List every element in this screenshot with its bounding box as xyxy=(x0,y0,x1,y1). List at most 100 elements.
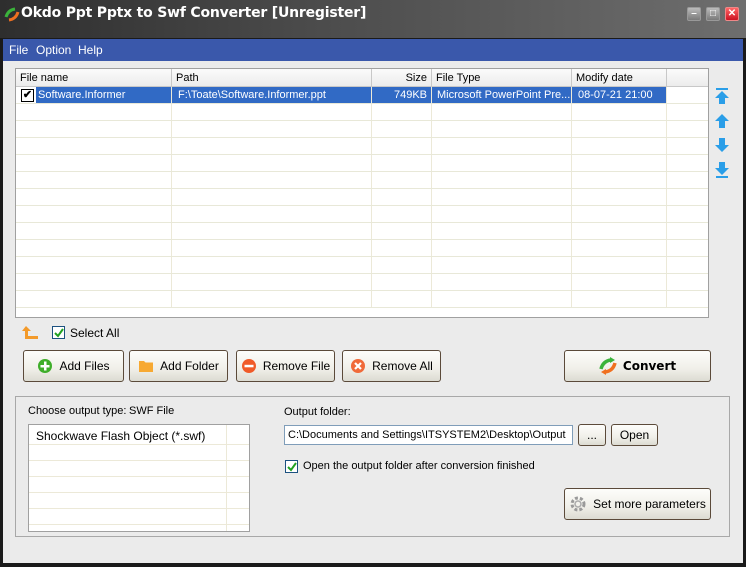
parent-folder-up-icon[interactable] xyxy=(21,325,39,341)
empty-cell xyxy=(372,138,432,154)
cell-file-type: Microsoft PowerPoint Pre... xyxy=(432,87,572,103)
empty-cell xyxy=(667,189,708,205)
empty-cell xyxy=(667,138,708,154)
empty-cell xyxy=(172,155,372,171)
output-folder-input[interactable]: C:\Documents and Settings\ITSYSTEM2\Desk… xyxy=(284,425,573,445)
empty-cell xyxy=(372,104,432,120)
move-top-icon[interactable] xyxy=(713,87,731,105)
minimize-button[interactable]: – xyxy=(687,7,701,21)
remove-all-button[interactable]: Remove All xyxy=(342,350,441,382)
select-all-checkbox[interactable] xyxy=(52,326,65,339)
column-modify-date[interactable]: Modify date xyxy=(572,69,667,87)
column-size[interactable]: Size xyxy=(372,69,432,87)
column-path[interactable]: Path xyxy=(172,69,372,87)
add-files-button[interactable]: Add Files xyxy=(23,350,124,382)
empty-cell xyxy=(667,121,708,137)
row-checkbox[interactable]: ✔ xyxy=(21,89,34,102)
remove-file-button[interactable]: Remove File xyxy=(236,350,335,382)
move-down-icon[interactable] xyxy=(713,136,731,154)
empty-cell xyxy=(432,240,572,256)
table-row-empty xyxy=(16,223,708,240)
cell-size: 749KB xyxy=(372,87,432,103)
title-bar[interactable]: Okdo Ppt Pptx to Swf Converter [Unregist… xyxy=(0,0,746,38)
add-folder-button[interactable]: Add Folder xyxy=(129,350,228,382)
table-row-empty xyxy=(16,121,708,138)
empty-cell xyxy=(172,104,372,120)
empty-cell xyxy=(172,172,372,188)
close-button[interactable]: ✕ xyxy=(725,7,739,21)
empty-cell xyxy=(432,155,572,171)
table-row[interactable]: ✔ Software.Informer F:\Toate\Software.In… xyxy=(16,87,708,104)
empty-cell xyxy=(16,240,172,256)
maximize-button[interactable]: □ xyxy=(706,7,720,21)
add-folder-label: Add Folder xyxy=(160,359,219,373)
move-up-icon[interactable] xyxy=(713,112,731,130)
output-type-label: Choose output type: xyxy=(28,405,127,417)
select-all-label: Select All xyxy=(70,326,120,340)
empty-cell xyxy=(172,291,372,307)
empty-cell xyxy=(572,274,667,290)
convert-label: Convert xyxy=(622,359,677,373)
empty-cell xyxy=(16,121,172,137)
folder-icon xyxy=(139,361,154,372)
empty-cell xyxy=(432,104,572,120)
app-window: Okdo Ppt Pptx to Swf Converter [Unregist… xyxy=(0,0,746,567)
table-row-empty xyxy=(16,104,708,121)
empty-cell xyxy=(572,104,667,120)
table-row-empty xyxy=(16,257,708,274)
empty-cell xyxy=(572,240,667,256)
empty-cell xyxy=(16,138,172,154)
add-icon xyxy=(38,359,53,373)
list-empty-row xyxy=(29,445,249,461)
empty-cell xyxy=(572,223,667,239)
empty-cell xyxy=(667,104,708,120)
table-row-empty xyxy=(16,274,708,291)
table-row-empty xyxy=(16,155,708,172)
cell-blank xyxy=(667,87,708,103)
empty-cell xyxy=(432,138,572,154)
empty-cell xyxy=(172,274,372,290)
client-area: File name Path Size File Type Modify dat… xyxy=(3,61,743,563)
empty-cell xyxy=(172,240,372,256)
empty-cell xyxy=(172,257,372,273)
output-type-list[interactable]: Shockwave Flash Object (*.swf) xyxy=(28,424,250,532)
checkmark-icon xyxy=(286,461,297,472)
empty-cell xyxy=(432,274,572,290)
convert-button[interactable]: Convert xyxy=(564,350,711,382)
menu-help[interactable]: Help xyxy=(78,43,103,57)
menu-bar: File Option Help xyxy=(3,39,743,61)
file-list[interactable]: File name Path Size File Type Modify dat… xyxy=(15,68,709,318)
empty-cell xyxy=(572,257,667,273)
open-after-checkbox[interactable] xyxy=(285,460,298,473)
file-list-rows: ✔ Software.Informer F:\Toate\Software.In… xyxy=(16,87,708,308)
empty-cell xyxy=(16,155,172,171)
menu-option[interactable]: Option xyxy=(36,43,71,57)
browse-button[interactable]: ... xyxy=(578,424,606,446)
move-bottom-icon[interactable] xyxy=(713,161,731,179)
empty-cell xyxy=(667,172,708,188)
empty-cell xyxy=(432,189,572,205)
column-blank xyxy=(667,69,708,87)
remove-file-label: Remove File xyxy=(262,359,331,373)
empty-cell xyxy=(572,172,667,188)
row-check-cell: ✔ xyxy=(16,87,36,103)
empty-cell xyxy=(432,257,572,273)
output-settings-panel: Choose output type: SWF File Shockwave F… xyxy=(15,396,730,537)
menu-file[interactable]: File xyxy=(9,43,28,57)
checkmark-icon xyxy=(53,327,64,338)
column-file-type[interactable]: File Type xyxy=(432,69,572,87)
empty-cell xyxy=(667,274,708,290)
output-type-item[interactable]: Shockwave Flash Object (*.swf) xyxy=(29,425,249,445)
open-folder-button[interactable]: Open xyxy=(611,424,658,446)
empty-cell xyxy=(667,223,708,239)
empty-cell xyxy=(372,291,432,307)
app-logo-icon xyxy=(4,7,20,22)
empty-cell xyxy=(572,155,667,171)
table-row-empty xyxy=(16,240,708,257)
empty-cell xyxy=(372,189,432,205)
column-file-name[interactable]: File name xyxy=(16,69,172,87)
empty-cell xyxy=(432,172,572,188)
empty-cell xyxy=(16,189,172,205)
remove-all-x-icon xyxy=(351,359,366,373)
set-more-parameters-button[interactable]: Set more parameters xyxy=(564,488,711,520)
